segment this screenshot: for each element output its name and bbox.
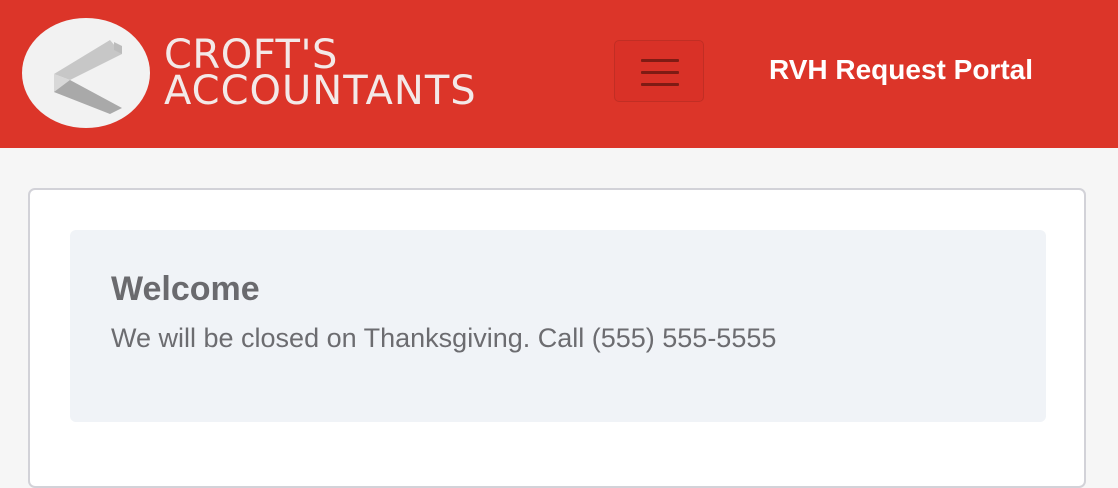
alert-message: We will be closed on Thanksgiving. Call …: [111, 323, 777, 353]
alert-title: Welcome: [111, 270, 260, 308]
welcome-alert: Welcome We will be closed on Thanksgivin…: [70, 230, 1046, 422]
brand-link[interactable]: CROFT'S ACCOUNTANTS: [22, 17, 477, 129]
navbar-toggle-button[interactable]: [614, 40, 704, 102]
request-portal-link[interactable]: RVH Request Portal: [769, 54, 1033, 86]
chevron-logo-icon: [54, 40, 122, 114]
content-card: Welcome We will be closed on Thanksgivin…: [28, 188, 1086, 488]
brand-name: CROFT'S ACCOUNTANTS: [164, 35, 477, 114]
navbar: CROFT'S ACCOUNTANTS RVH Request Portal: [0, 0, 1118, 148]
brand-name-line2: ACCOUNTANTS: [164, 68, 477, 114]
brand-logo: [22, 18, 150, 128]
